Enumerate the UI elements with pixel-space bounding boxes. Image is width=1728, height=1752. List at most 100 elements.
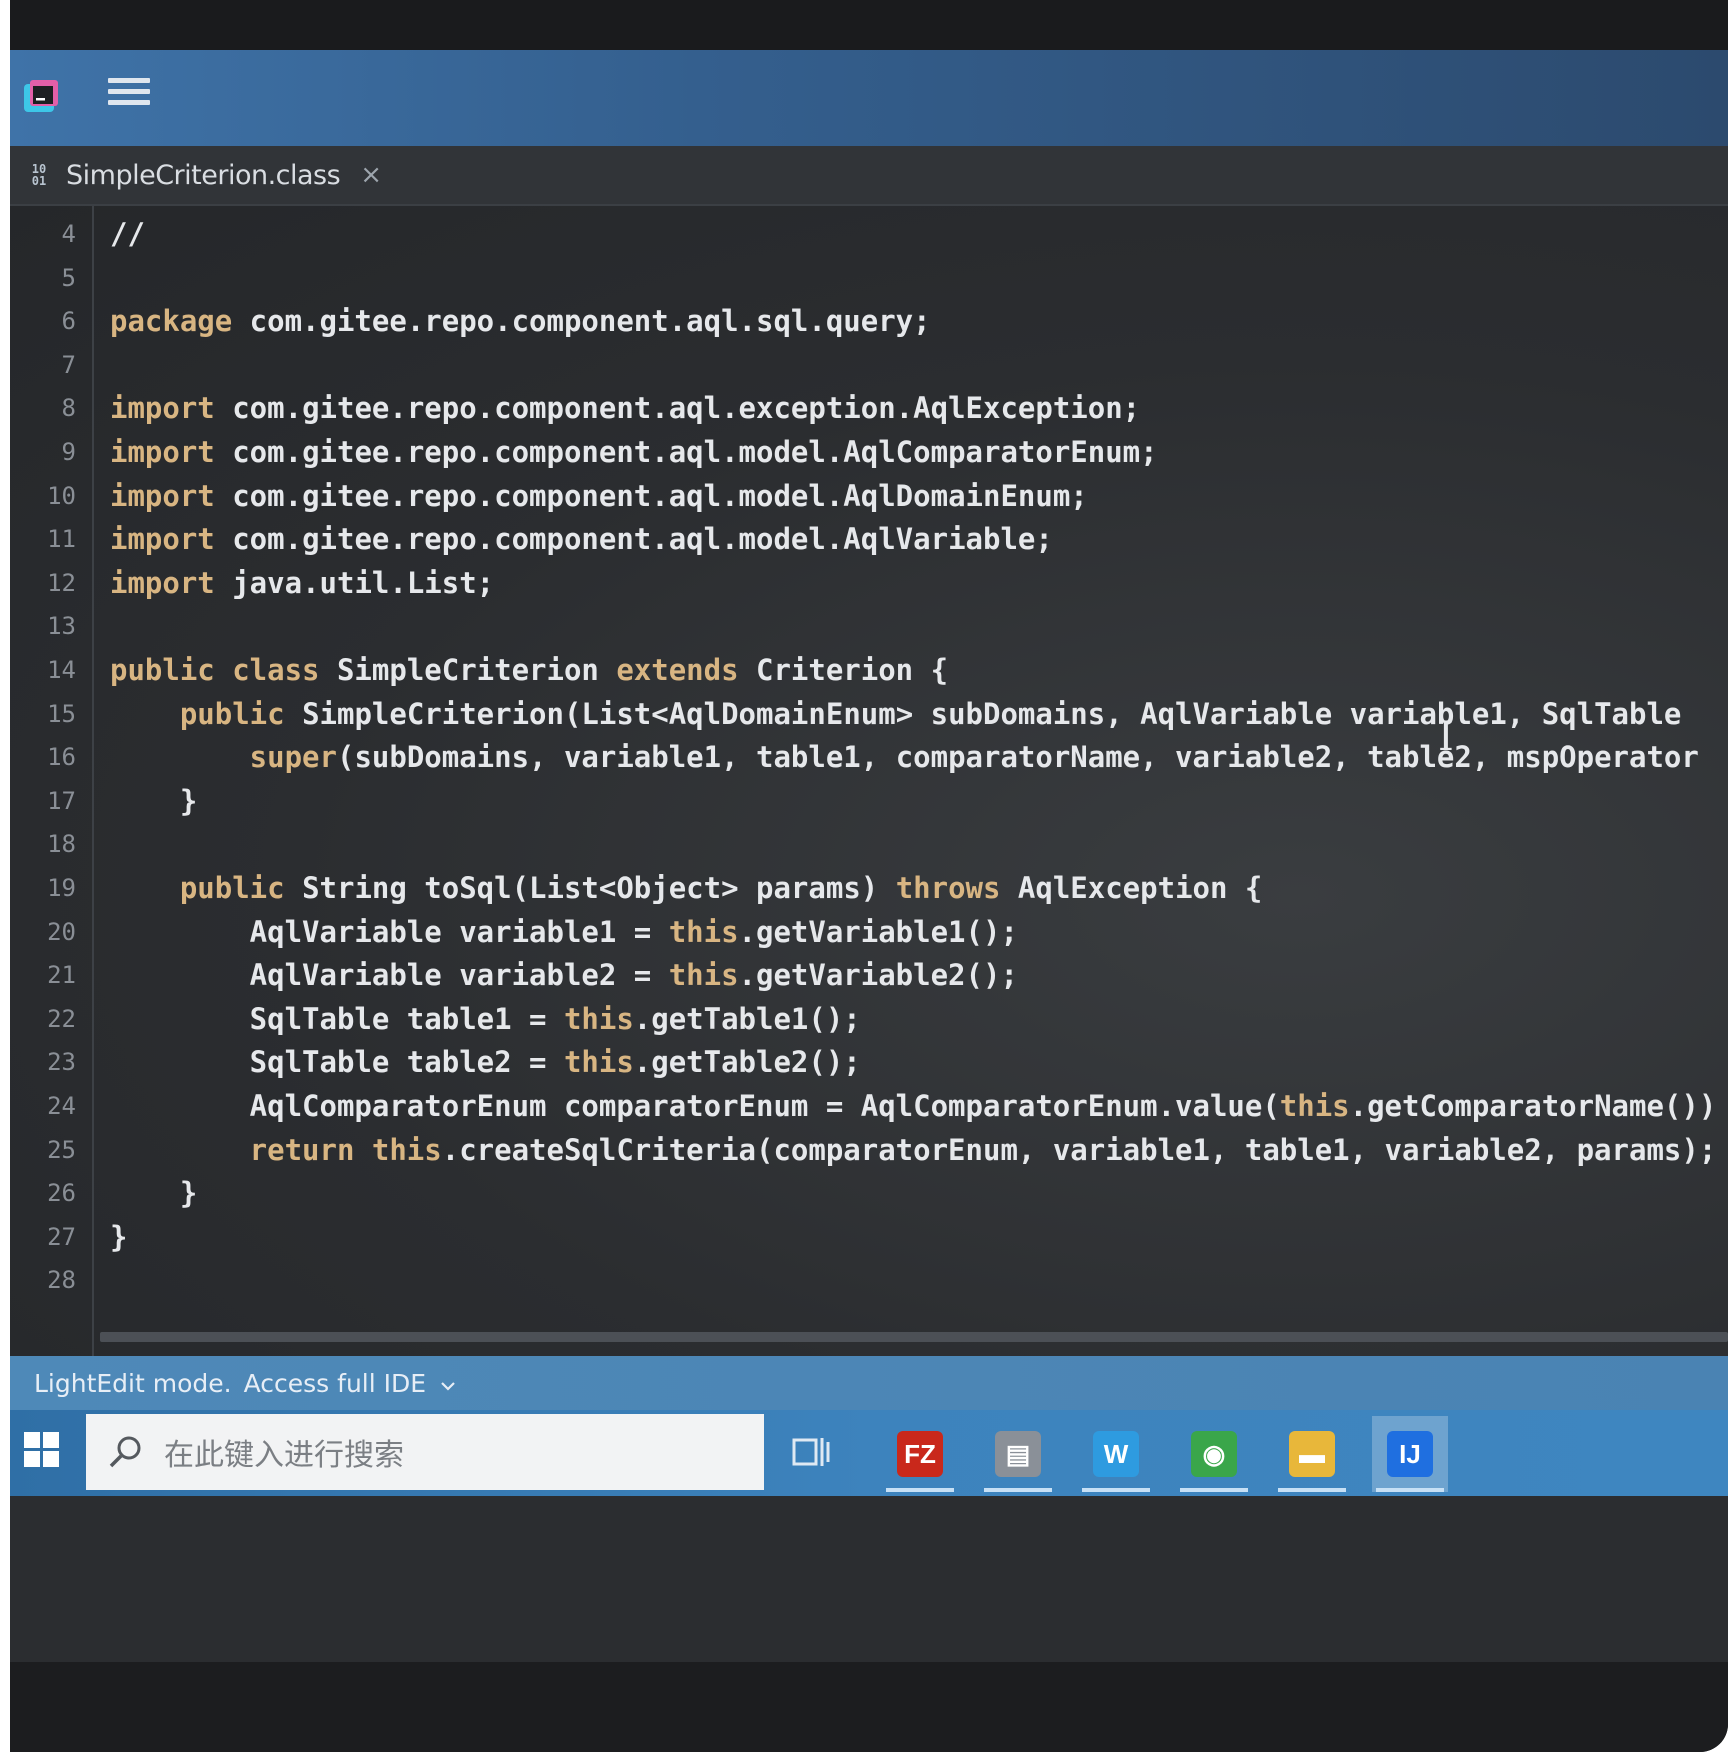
taskbar-app-filezilla[interactable]: FZ (882, 1416, 958, 1492)
code-keyword: public class (110, 653, 320, 687)
taskbar-search-input[interactable]: 在此键入进行搜索 (86, 1414, 764, 1490)
hamburger-menu-icon[interactable] (108, 78, 150, 116)
code-token: } (110, 1219, 128, 1254)
code-line[interactable]: import com.gitee.repo.component.aql.mode… (110, 428, 1158, 476)
archive-tool-icon: ▤ (995, 1431, 1041, 1477)
code-editor[interactable]: 4 5 6 7 8 9 10 11 12 13 14 15 16 17 18 19 20 21 22 23 24 25 26… (10, 206, 1728, 1356)
screen: 10 01 SimpleCriterion.class × 4 5 6 7 8 9 10 11 1… (10, 50, 1728, 1662)
taskbar-app-archive-tool[interactable]: ▤ (980, 1416, 1056, 1492)
access-full-ide-label: Access full IDE (243, 1368, 427, 1398)
chevron-down-icon (441, 1381, 455, 1391)
code-line[interactable]: public String toSql(List<Object> params)… (110, 864, 1263, 912)
code-line[interactable]: super(subDomains, variable1, table1, com… (110, 733, 1699, 781)
line-number: 22 (47, 1004, 76, 1033)
running-indicator (1082, 1488, 1150, 1492)
line-number: 10 (47, 481, 76, 510)
code-keyword: import (110, 391, 215, 426)
editor-tab-bar: 10 01 SimpleCriterion.class × (10, 146, 1728, 206)
access-full-ide-link[interactable]: Access full IDE (244, 1369, 456, 1398)
code-token: .getComparatorName()) (1349, 1089, 1717, 1123)
code-token: AqlVariable variable2 = (110, 958, 669, 993)
code-token: .createSqlCriteria(comparatorEnum, varia… (441, 1132, 1717, 1167)
code-token: } (110, 783, 198, 818)
code-token: Criterion { (738, 653, 949, 687)
line-number: 25 (47, 1135, 76, 1164)
code-line[interactable]: } (110, 1213, 127, 1261)
line-number: 21 (47, 961, 76, 990)
line-number: 28 (47, 1266, 76, 1295)
code-token: .getTable1(); (633, 1001, 861, 1036)
code-token: .getTable2(); (633, 1045, 861, 1080)
line-number: 20 (47, 917, 76, 946)
line-number: 6 (61, 307, 76, 336)
taskbar-app-chrome[interactable]: ◉ (1176, 1416, 1252, 1492)
menu-bar-3 (108, 100, 150, 105)
code-keyword: import (110, 522, 215, 557)
line-number: 7 (61, 350, 76, 379)
taskbar-app-file-explorer[interactable]: ▬ (1274, 1416, 1350, 1492)
running-indicator (1180, 1488, 1248, 1492)
tab-label: SimpleCriterion.class (66, 159, 341, 191)
code-line[interactable]: public class SimpleCriterion extends Cri… (110, 646, 948, 694)
code-line[interactable]: } (110, 777, 197, 825)
line-number: 19 (47, 874, 76, 902)
line-number: 24 (47, 1092, 76, 1120)
code-token: com.gitee.repo.component.aql.sql.query; (232, 304, 931, 339)
lightedit-mode-label: LightEdit mode. (34, 1368, 232, 1398)
intellij-lightedit-icon[interactable] (22, 78, 60, 116)
code-line[interactable]: AqlVariable variable2 = this.getVariable… (110, 951, 1018, 999)
taskbar-app-wps-writer[interactable]: W (1078, 1416, 1154, 1492)
code-keyword: import (110, 435, 215, 469)
close-icon[interactable]: × (360, 160, 382, 190)
task-view-icon[interactable] (792, 1434, 830, 1470)
line-number: 26 (47, 1179, 76, 1208)
taskbar-app-intellij-idea[interactable]: IJ (1372, 1416, 1448, 1492)
code-keyword: throws (895, 871, 1001, 905)
code-token: com.gitee.repo.component.aql.model.AqlVa… (214, 522, 1053, 557)
chrome-icon: ◉ (1191, 1431, 1237, 1477)
code-token: SqlTable table1 = (110, 1001, 564, 1036)
line-number: 23 (47, 1048, 76, 1077)
wps-writer-icon: W (1093, 1431, 1139, 1477)
line-number: 27 (47, 1222, 76, 1251)
main-toolbar (10, 50, 1728, 146)
line-number: 9 (61, 438, 76, 466)
windows-start-icon[interactable] (24, 1432, 60, 1468)
line-number: 8 (61, 394, 76, 423)
code-token: SimpleCriterion(List<AqlDomainEnum> subD… (284, 696, 1682, 731)
code-line[interactable]: AqlComparatorEnum comparatorEnum = AqlCo… (110, 1082, 1717, 1130)
code-line[interactable]: import com.gitee.repo.component.aql.mode… (110, 472, 1088, 520)
line-number: 12 (47, 568, 76, 597)
code-line[interactable]: SqlTable table1 = this.getTable1(); (110, 995, 861, 1043)
line-number: 14 (47, 656, 76, 684)
horizontal-scrollbar[interactable] (100, 1332, 1728, 1342)
code-line[interactable]: import com.gitee.repo.component.aql.mode… (110, 515, 1053, 563)
intellij-idea-icon: IJ (1387, 1431, 1433, 1477)
code-line[interactable]: SqlTable table2 = this.getTable2(); (110, 1038, 861, 1086)
code-line[interactable]: AqlVariable variable1 = this.getVariable… (110, 908, 1018, 956)
code-line[interactable]: package com.gitee.repo.component.aql.sql… (110, 297, 931, 345)
code-line[interactable]: return this.createSqlCriteria(comparator… (110, 1126, 1717, 1174)
code-token: SqlTable table2 = (110, 1045, 564, 1080)
code-line[interactable]: import com.gitee.repo.component.aql.exce… (110, 384, 1140, 432)
code-line[interactable]: import java.util.List; (110, 559, 494, 607)
running-indicator (984, 1488, 1052, 1492)
code-keyword: public (110, 871, 285, 905)
filezilla-icon: FZ (897, 1431, 943, 1477)
line-number: 15 (47, 699, 76, 728)
code-token: // (110, 217, 145, 251)
code-token: AqlException { (1000, 871, 1263, 905)
code-token: com.gitee.repo.component.aql.model.AqlCo… (214, 435, 1158, 469)
code-line[interactable]: } (110, 1169, 197, 1217)
code-line[interactable]: // (110, 210, 145, 258)
tab-simplecriterion-class[interactable]: 10 01 SimpleCriterion.class × (24, 146, 398, 204)
code-keyword: import (110, 478, 215, 513)
code-keyword: extends (616, 653, 739, 687)
windows-taskbar: 在此键入进行搜索 FZ ▤ W ◉ ▬ IJ (10, 1410, 1728, 1496)
line-number: 16 (47, 743, 76, 772)
code-keyword: import (110, 565, 215, 600)
class-file-icon: 10 01 (31, 162, 47, 188)
monitor-bezel (10, 1662, 1728, 1752)
monitor-frame: 10 01 SimpleCriterion.class × 4 5 6 7 8 9 10 11 1… (10, 0, 1728, 1752)
code-token: } (110, 1176, 198, 1211)
